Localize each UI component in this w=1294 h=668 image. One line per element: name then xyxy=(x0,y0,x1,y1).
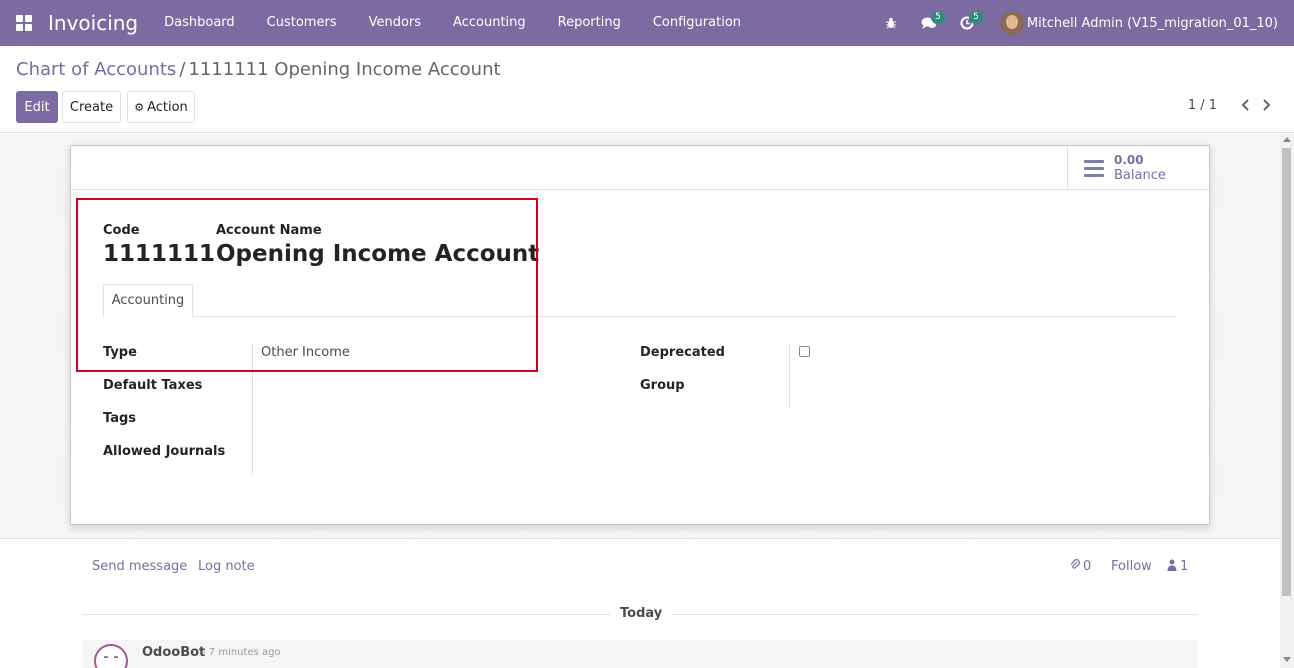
tab-accounting[interactable]: Accounting xyxy=(103,284,193,317)
menu-customers[interactable]: Customers xyxy=(251,0,353,46)
account-name-label: Account Name xyxy=(216,223,322,238)
breadcrumb-separator: / xyxy=(179,59,186,80)
apps-grid-icon[interactable] xyxy=(0,0,48,46)
paperclip-icon xyxy=(1070,559,1080,574)
action-button-label: Action xyxy=(147,99,188,115)
bug-icon[interactable] xyxy=(872,0,910,46)
scroll-up-arrow-icon[interactable] xyxy=(1283,137,1291,142)
balance-stat-button[interactable]: 0.00 Balance xyxy=(1067,146,1209,190)
user-icon xyxy=(1167,559,1177,574)
form-sheet: 0.00 Balance Code 1111111 Account Name O… xyxy=(70,145,1210,525)
field-label-group: Group xyxy=(640,378,685,393)
attachments-button[interactable]: 0 xyxy=(1070,559,1091,574)
send-message-button[interactable]: Send message xyxy=(92,559,187,574)
breadcrumb: Chart of Accounts/1111111 Opening Income… xyxy=(16,59,501,80)
balance-label: Balance xyxy=(1114,168,1166,183)
chevron-right-icon[interactable] xyxy=(1260,96,1274,114)
edit-button[interactable]: Edit xyxy=(16,91,58,123)
user-menu[interactable]: Mitchell Admin (V15_migration_01_10) xyxy=(999,11,1278,35)
pager-value[interactable]: 1 / 1 xyxy=(1188,98,1217,113)
systray: 5 5 Mitchell Admin (V15_migration_01_10) xyxy=(872,0,1294,46)
clock-icon[interactable]: 5 xyxy=(948,0,986,46)
menu-reporting[interactable]: Reporting xyxy=(542,0,637,46)
code-value: 1111111 xyxy=(103,241,216,267)
date-divider-label: Today xyxy=(610,606,673,621)
field-label-allowed-journals: Allowed Journals xyxy=(103,444,226,459)
action-button[interactable]: ⚙ Action xyxy=(127,91,195,123)
followers-button[interactable]: 1 xyxy=(1167,559,1188,574)
code-label: Code xyxy=(103,223,140,238)
field-label-tags: Tags xyxy=(103,411,137,426)
followers-count: 1 xyxy=(1180,559,1189,574)
messages-badge: 5 xyxy=(930,11,945,24)
menu-dashboard[interactable]: Dashboard xyxy=(148,0,251,46)
chat-bubbles-icon[interactable]: 5 xyxy=(910,0,948,46)
scrollbar-thumb[interactable] xyxy=(1282,148,1291,596)
message-author[interactable]: OdooBot xyxy=(142,645,205,660)
top-navbar: Invoicing Dashboard Customers Vendors Ac… xyxy=(0,0,1294,46)
control-panel: Chart of Accounts/1111111 Opening Income… xyxy=(0,46,1294,133)
balance-value: 0.00 xyxy=(1114,153,1144,167)
bars-icon xyxy=(1084,159,1104,177)
avatar xyxy=(999,11,1024,35)
field-label-type: Type xyxy=(103,345,137,360)
follow-button[interactable]: Follow xyxy=(1111,559,1152,574)
tab-divider xyxy=(103,316,1177,317)
breadcrumb-parent-link[interactable]: Chart of Accounts xyxy=(16,59,176,80)
scroll-down-arrow-icon[interactable] xyxy=(1283,657,1291,662)
user-name: Mitchell Admin (V15_migration_01_10) xyxy=(1026,15,1278,31)
activities-badge: 5 xyxy=(968,11,983,24)
button-box: 0.00 Balance xyxy=(71,146,1209,190)
attachments-count: 0 xyxy=(1083,559,1092,574)
menu-vendors[interactable]: Vendors xyxy=(353,0,437,46)
log-note-button[interactable]: Log note xyxy=(198,559,255,574)
gear-icon: ⚙ xyxy=(134,100,145,114)
chevron-left-icon[interactable] xyxy=(1238,96,1252,114)
deprecated-checkbox[interactable] xyxy=(799,346,810,357)
app-name[interactable]: Invoicing xyxy=(48,11,138,35)
menu-accounting[interactable]: Accounting xyxy=(437,0,542,46)
create-button[interactable]: Create xyxy=(62,91,121,123)
right-group-separator xyxy=(789,344,790,408)
field-label-deprecated: Deprecated xyxy=(640,345,725,360)
account-name-value: Opening Income Account xyxy=(216,241,540,267)
field-label-default-taxes: Default Taxes xyxy=(103,378,203,393)
field-value-type: Other Income xyxy=(261,345,350,360)
menu-configuration[interactable]: Configuration xyxy=(637,0,757,46)
message-time: - 7 minutes ago xyxy=(202,647,281,658)
main-menu: Dashboard Customers Vendors Accounting R… xyxy=(148,0,757,46)
breadcrumb-current: 1111111 Opening Income Account xyxy=(188,59,501,80)
left-group-separator xyxy=(252,344,253,474)
